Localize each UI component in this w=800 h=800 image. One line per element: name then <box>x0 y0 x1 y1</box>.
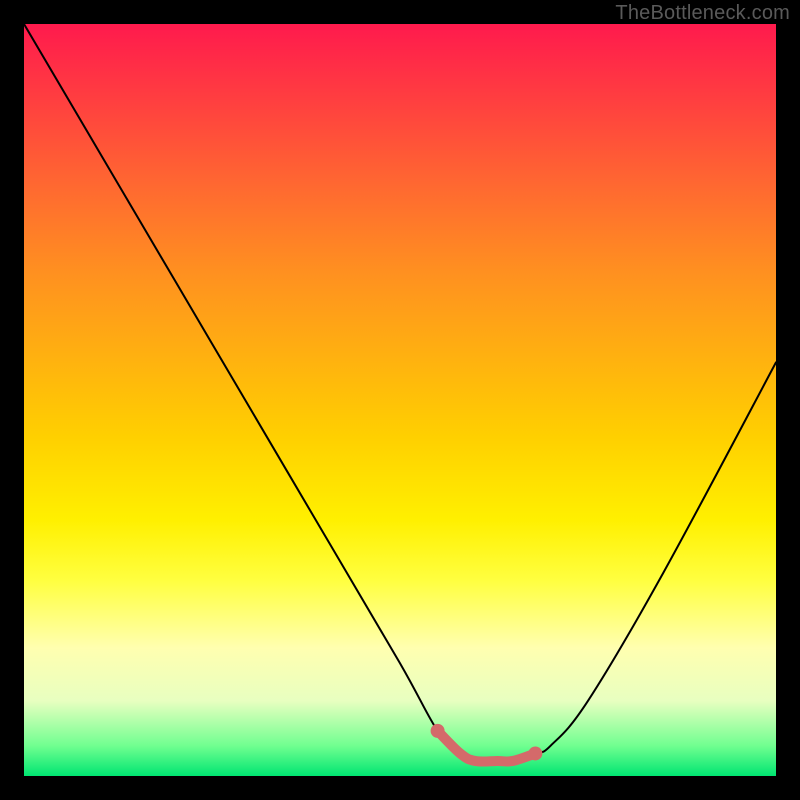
attribution-label: TheBottleneck.com <box>615 2 790 25</box>
plot-area <box>24 24 776 776</box>
bottleneck-curve-line <box>24 24 776 762</box>
chart-overlay-svg <box>24 24 776 776</box>
sweet-spot-endpoint <box>431 724 445 738</box>
chart-frame: TheBottleneck.com <box>0 0 800 800</box>
sweet-spot-highlight <box>438 731 536 762</box>
sweet-spot-endpoint <box>528 746 542 760</box>
